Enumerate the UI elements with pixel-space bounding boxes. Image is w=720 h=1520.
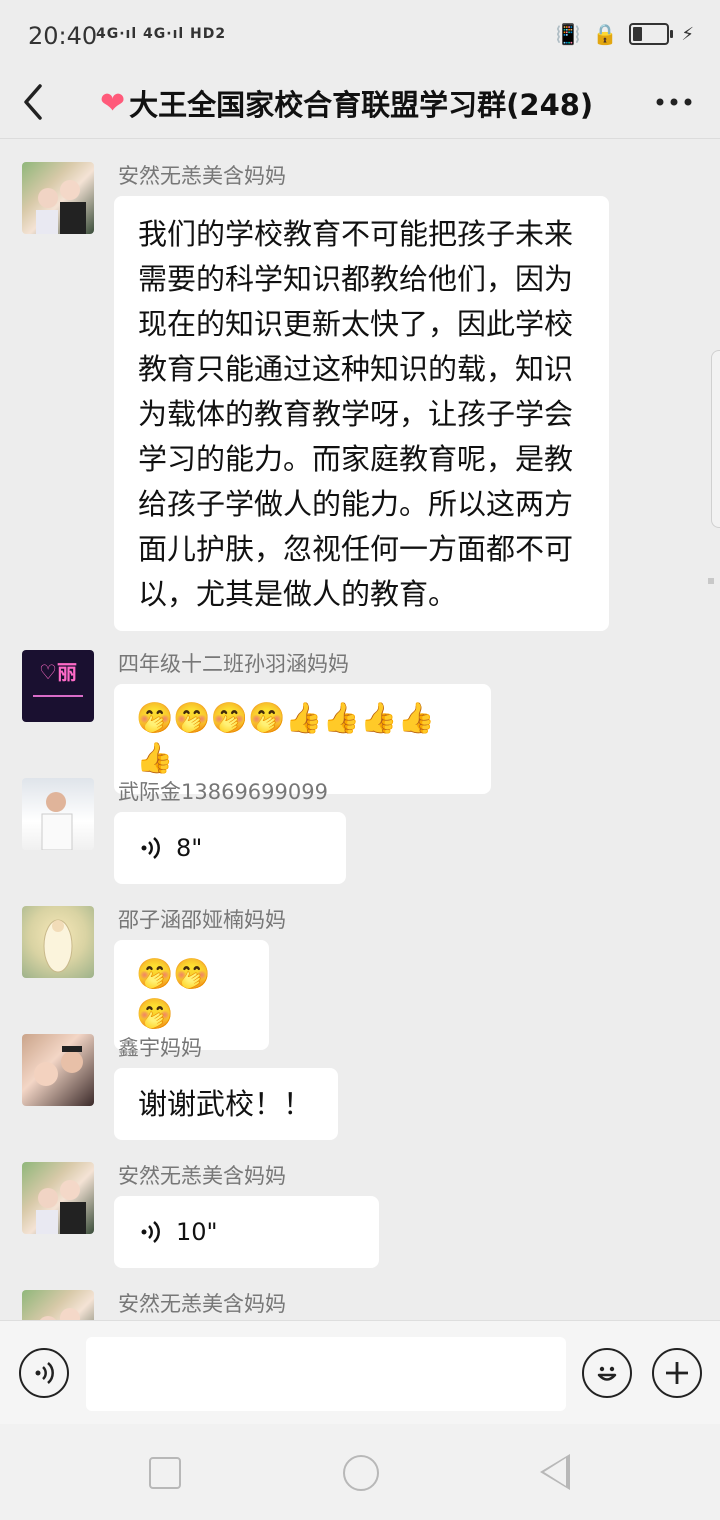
- chat-header: ❤ 大王全国家校合育联盟学习群(248): [0, 72, 720, 139]
- text-line: 为载体的教育教学呀，让孩子学会: [138, 397, 574, 431]
- text-line: 面儿护肤，忽视任何一方面都不可: [138, 532, 574, 566]
- network-indicator: 4G·ıl 4G·ıl HD2: [96, 26, 227, 42]
- sender-name: 鑫宇妈妈: [118, 1036, 202, 1060]
- message-bubble[interactable]: 谢谢武校！！: [114, 1068, 338, 1140]
- emoji-button[interactable]: [582, 1348, 632, 1398]
- input-bar: [0, 1320, 720, 1425]
- text-line: 谢谢武校！！: [138, 1087, 313, 1121]
- sender-name: 邵子涵邵娅楠妈妈: [118, 908, 286, 932]
- message-text: 谢谢武校！！: [114, 1068, 338, 1140]
- voice-content: 10": [114, 1196, 379, 1268]
- text-line: 需要的科学知识都教给他们，因为: [138, 262, 574, 296]
- voice-input-button[interactable]: [19, 1348, 69, 1398]
- avatar[interactable]: [22, 1290, 94, 1320]
- avatar[interactable]: [22, 906, 94, 978]
- status-time: 20:40: [28, 22, 98, 50]
- text-line: 学习的能力。而家庭教育呢，是教: [138, 442, 574, 476]
- system-icons: 📳 🔒 ⚡: [556, 22, 694, 46]
- chevron-left-icon: [24, 84, 42, 120]
- message-input[interactable]: [86, 1337, 566, 1411]
- voice-message[interactable]: 8": [114, 812, 346, 884]
- voice-message[interactable]: 10": [114, 1196, 379, 1268]
- sender-name: 安然无恙美含妈妈: [118, 164, 286, 188]
- sender-name: 安然无恙美含妈妈: [118, 1164, 286, 1188]
- voice-wave-icon: [35, 1362, 54, 1384]
- avatar-text: ♡丽: [39, 660, 77, 684]
- rotation-lock-icon: 🔒: [592, 22, 618, 46]
- text-line: 教育只能通过这种知识的载，知识: [138, 352, 574, 386]
- sender-name: 安然无恙美含妈妈: [118, 1292, 286, 1316]
- voice-wave-icon: [141, 1221, 160, 1243]
- text-line: 现在的知识更新太快了，因此学校: [138, 307, 574, 341]
- message-list[interactable]: 安然无恙美含妈妈 我们的学校教育不可能把孩子未来 需要的科学知识都教给他们，因为…: [0, 138, 720, 1320]
- charging-icon: ⚡: [681, 23, 694, 45]
- text-line: 给孩子学做人的能力。所以这两方: [138, 487, 574, 521]
- add-attachment-button[interactable]: [652, 1348, 702, 1398]
- scroll-indicator: [708, 578, 714, 584]
- avatar[interactable]: [22, 1034, 94, 1106]
- vibrate-icon: 📳: [555, 22, 581, 46]
- smiley-icon: [597, 1366, 617, 1381]
- plus-icon: [666, 1362, 688, 1384]
- chat-title[interactable]: ❤ 大王全国家校合育联盟学习群(248): [100, 78, 620, 128]
- system-back-button[interactable]: [540, 1454, 570, 1490]
- home-button[interactable]: [343, 1455, 379, 1491]
- text-line: 以，尤其是做人的教育。: [138, 577, 458, 611]
- voice-duration: 10": [176, 1218, 218, 1246]
- more-options-button[interactable]: [656, 80, 692, 132]
- group-name: 大王全国家校合育联盟学习群(248): [129, 88, 594, 122]
- voice-duration: 8": [176, 834, 203, 862]
- avatar[interactable]: [22, 1162, 94, 1234]
- back-button[interactable]: [18, 80, 62, 128]
- message-bubble[interactable]: 我们的学校教育不可能把孩子未来 需要的科学知识都教给他们，因为 现在的知识更新太…: [114, 196, 609, 631]
- battery-fill: [633, 27, 642, 41]
- avatar[interactable]: ♡丽: [22, 650, 94, 722]
- side-drawer-handle[interactable]: [711, 350, 720, 528]
- status-bar: 20:40 4G·ıl 4G·ıl HD2 📳 🔒 ⚡: [0, 0, 720, 72]
- voice-wave-icon: [141, 837, 160, 859]
- text-line: 我们的学校教育不可能把孩子未来: [138, 217, 574, 251]
- recent-apps-button[interactable]: [149, 1457, 181, 1489]
- sender-name: 武际金13869699099: [118, 780, 328, 804]
- sender-name: 四年级十二班孙羽涵妈妈: [118, 652, 349, 676]
- avatar[interactable]: [22, 778, 94, 850]
- heart-icon: ❤: [100, 85, 126, 121]
- battery-icon: [629, 23, 674, 45]
- avatar[interactable]: [22, 162, 94, 234]
- voice-content: 8": [114, 812, 346, 884]
- more-dots-icon: [656, 98, 692, 106]
- message-text: 我们的学校教育不可能把孩子未来 需要的科学知识都教给他们，因为 现在的知识更新太…: [114, 196, 609, 631]
- system-navigation-bar: [0, 1424, 720, 1520]
